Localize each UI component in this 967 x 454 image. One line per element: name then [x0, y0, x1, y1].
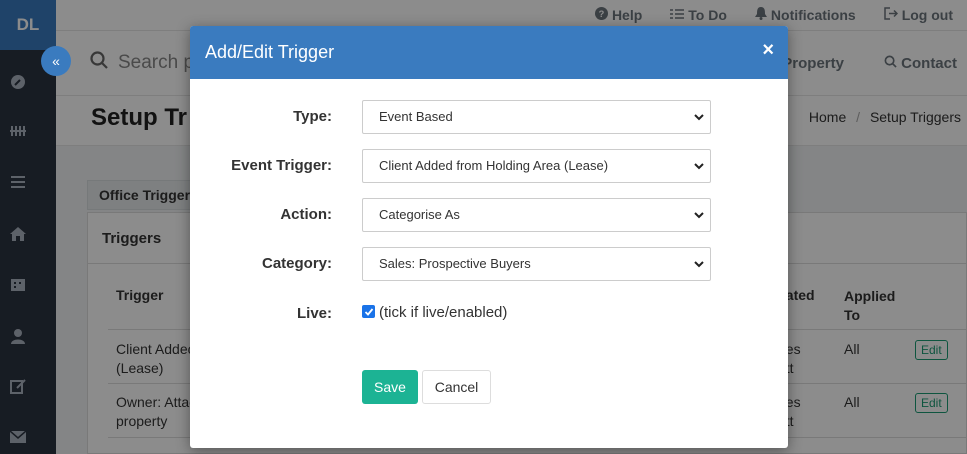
category-select[interactable]: Sales: Prospective Buyers: [362, 247, 711, 281]
event-trigger-selected-value: Client Added from Holding Area (Lease): [379, 158, 609, 173]
action-select[interactable]: Categorise As: [362, 198, 711, 232]
sidebar-collapse-button[interactable]: «: [41, 46, 71, 76]
category-label: Category:: [261, 255, 332, 272]
double-chevron-left-icon: «: [52, 53, 60, 69]
type-label: Type:: [293, 108, 332, 125]
action-label: Action:: [280, 206, 332, 223]
event-trigger-row: Event Trigger: Client Added from Holding…: [190, 149, 788, 183]
checkmark-icon: [364, 307, 373, 316]
category-selected-value: Sales: Prospective Buyers: [379, 256, 531, 271]
type-select[interactable]: Event Based: [362, 100, 711, 134]
live-checkbox[interactable]: [362, 305, 375, 318]
type-selected-value: Event Based: [379, 109, 453, 124]
live-label: Live:: [296, 305, 332, 322]
modal-title: Add/Edit Trigger: [205, 42, 335, 62]
modal-header: Add/Edit Trigger ×: [190, 26, 788, 79]
event-trigger-select[interactable]: Client Added from Holding Area (Lease): [362, 149, 711, 183]
chevron-down-icon: [694, 212, 704, 219]
chevron-down-icon: [694, 114, 704, 121]
category-row: Category: Sales: Prospective Buyers: [190, 247, 788, 281]
close-button[interactable]: ×: [762, 39, 774, 62]
event-trigger-label: Event Trigger:: [231, 157, 332, 174]
action-selected-value: Categorise As: [379, 207, 460, 222]
add-edit-trigger-modal: Add/Edit Trigger × Type: Event Based Eve…: [190, 26, 788, 448]
action-row: Action: Categorise As: [190, 198, 788, 232]
cancel-button[interactable]: Cancel: [422, 370, 491, 404]
save-button[interactable]: Save: [362, 370, 418, 404]
chevron-down-icon: [694, 261, 704, 268]
chevron-down-icon: [694, 163, 704, 170]
live-hint: (tick if live/enabled): [379, 304, 508, 321]
type-row: Type: Event Based: [190, 100, 788, 134]
